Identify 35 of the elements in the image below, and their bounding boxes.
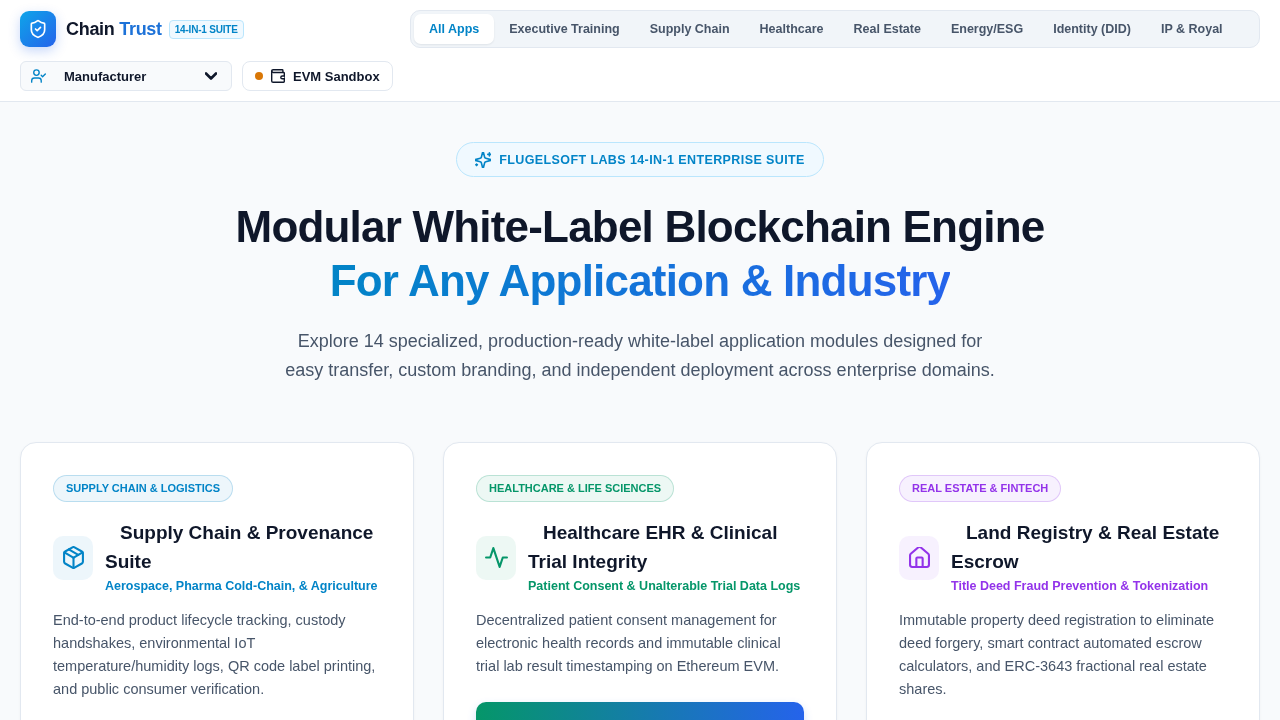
card-title: Healthcare EHR & Clinical Trial Integrity [528,521,779,574]
tab[interactable]: Healthcare [744,14,839,44]
tab[interactable]: Energy/ESG [935,14,1039,44]
sparkles-icon [475,151,492,168]
tab[interactable]: All Apps [414,14,495,44]
category-tag: REAL ESTATE & FINTECH [899,475,1062,502]
hero-description: Explore 14 specialized, production-ready white-label application modules designed for easy transfer, custom branding, and independent deployment across enterprise domains. [284,330,996,382]
card-title: Supply Chain & Provenance Suite [105,521,375,574]
card-title: Land Registry & Real Estate Escrow [951,521,1221,574]
user-check-icon [31,69,46,83]
house-icon [899,535,939,580]
network-button[interactable]: EVM Sandbox [242,61,393,91]
tab[interactable]: Executive Training [494,14,635,44]
card-description: End-to-end product lifecycle tracking, custody handshakes, environmental IoT temperature/humidity logs, QR code label printing, and public consumer verification. [53,611,377,699]
pill-label: FLUGELSOFT LABS 14-IN-1 ENTERPRISE SUITE [499,152,805,167]
brand-name: Chain Trust [66,18,162,40]
card-subtitle: Title Deed Fraud Prevention & Tokenization [951,578,1210,595]
suite-badge: 14-IN-1 SUITE [168,19,244,39]
role-select[interactable]: Manufacturer [20,61,232,91]
tab[interactable]: Supply Chain [634,14,745,44]
category-tag: HEALTHCARE & LIFE SCIENCES [476,475,675,502]
shield-check-icon [20,11,56,47]
hero-title: Modular White-Label Blockchain Engine [235,202,1045,251]
card-subtitle: Aerospace, Pharma Cold-Chain, & Agriculture [105,578,379,595]
card-description: Decentralized patient consent management for electronic health records and immutable clinical trial lab result timestamping on Ethereum EVM. [476,611,782,676]
wallet-icon [271,69,285,83]
category-tag: SUPPLY CHAIN & LOGISTICS [53,475,234,502]
activity-icon [476,535,516,580]
tab[interactable]: IP & Royal [1145,14,1238,44]
package-icon [53,535,93,580]
card-subtitle: Patient Consent & Unalterable Trial Data Logs [528,578,802,595]
tab[interactable]: Identity (DID) [1038,14,1146,44]
card-description: Immutable property deed registration to eliminate deed forgery, smart contract automated escrow calculators, and ERC-3643 fractional real estate shares. [899,611,1216,699]
chevron-down-icon [205,72,217,80]
tab[interactable]: Real Estate [838,14,936,44]
